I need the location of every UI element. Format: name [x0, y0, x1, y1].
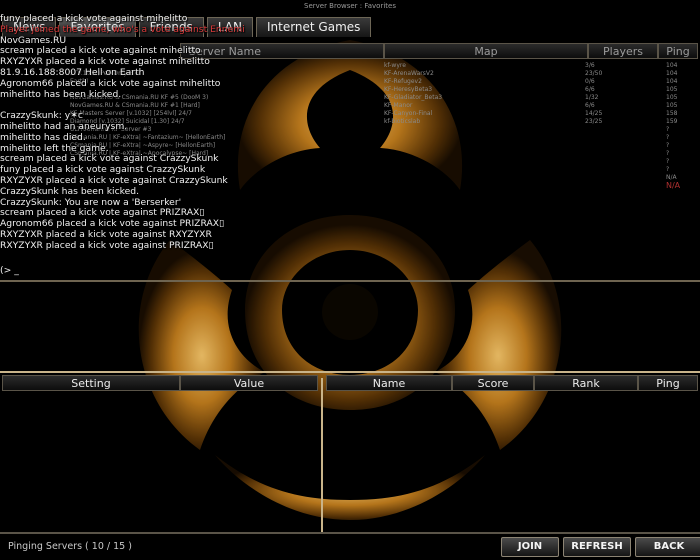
column-value[interactable]: Value — [180, 375, 318, 391]
players-cell: 3/6 — [585, 62, 595, 69]
ping-cell: 158 — [666, 110, 678, 117]
console-line: RXYZYXR placed a kick vote against PRIZR… — [0, 239, 214, 251]
action-buttons: JOIN REFRESH BACK — [501, 537, 700, 557]
players-cell: 14/25 — [585, 110, 603, 117]
ping-cell: ? — [666, 134, 670, 141]
column-setting[interactable]: Setting — [2, 375, 180, 391]
server-rules-header: Setting Value — [2, 375, 318, 391]
back-button[interactable]: BACK — [635, 537, 700, 557]
players-cell: 23/50 — [585, 70, 603, 77]
ping-cell: 105 — [666, 86, 678, 93]
ping-cell: 159 — [666, 118, 678, 125]
window-title: Server Browser : Favorites — [304, 2, 396, 10]
panel-splitter[interactable] — [321, 378, 323, 534]
divider — [0, 280, 700, 282]
players-cell: 23/25 — [585, 118, 603, 125]
join-button[interactable]: JOIN — [501, 537, 559, 557]
players-header: Name Score Rank Ping — [326, 375, 698, 391]
ping-cell: ? — [666, 126, 670, 133]
splitter-handle[interactable] — [0, 371, 700, 373]
column-ping[interactable]: Ping — [658, 43, 698, 59]
ping-cell: 104 — [666, 70, 678, 77]
column-score[interactable]: Score — [452, 375, 534, 391]
console-line: mihelitto has been kicked. — [0, 88, 122, 100]
ping-cell: ? — [666, 150, 670, 157]
console-line: mihelitto has died. — [0, 131, 86, 143]
status-text: Pinging Servers ( 10 / 15 ) — [8, 541, 132, 552]
column-player-name[interactable]: Name — [326, 375, 452, 391]
players-cell: 0/6 — [585, 78, 595, 85]
column-rank[interactable]: Rank — [534, 375, 638, 391]
players-cell: 1/32 — [585, 94, 599, 101]
ping-cell: ? — [666, 166, 670, 173]
players-cell: 6/6 — [585, 86, 595, 93]
divider — [0, 532, 700, 534]
console-log: funy placed a kick vote against mihelitt… — [0, 13, 470, 252]
ping-cell: 105 — [666, 102, 678, 109]
column-players[interactable]: Players — [588, 43, 658, 59]
ping-cell: ? — [666, 142, 670, 149]
ping-cell: 104 — [666, 78, 678, 85]
ping-cell: N/A — [666, 181, 681, 190]
console-line: Agronom66 placed a kick vote against mih… — [0, 77, 221, 89]
ping-cell: ? — [666, 158, 670, 165]
players-cell: 6/6 — [585, 102, 595, 109]
ping-cell: 105 — [666, 94, 678, 101]
console-input[interactable]: (> _ — [0, 265, 19, 276]
column-player-ping[interactable]: Ping — [638, 375, 698, 391]
ping-cell: 104 — [666, 62, 678, 69]
refresh-button[interactable]: REFRESH — [563, 537, 631, 557]
console-line: Player joined the game, who's a vote aga… — [0, 23, 245, 35]
console-line: CrazzySkunk has been kicked. — [0, 185, 140, 197]
